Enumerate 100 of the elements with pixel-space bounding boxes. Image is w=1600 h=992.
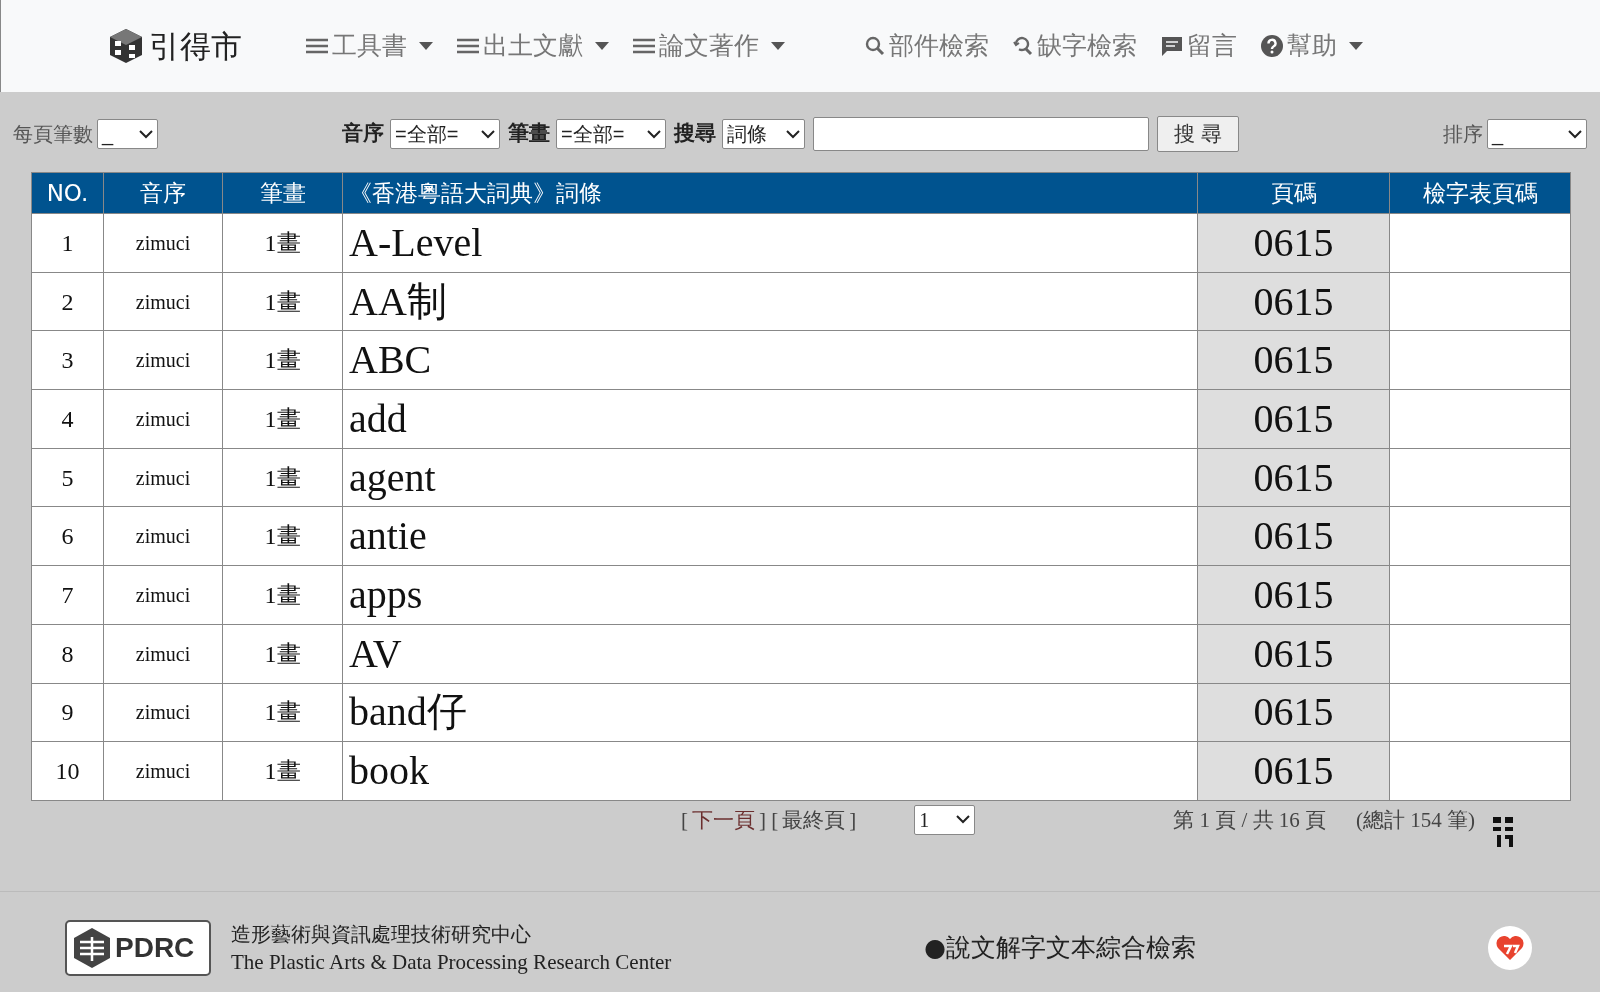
table-cell: 0615 [1197,330,1390,390]
last-page-link[interactable]: 最終頁 [782,804,846,837]
chevron-icon [481,129,495,139]
table-cell: zimuci [103,330,223,390]
magnifier-icon [1013,36,1033,56]
table-cell: 0615 [1197,272,1390,331]
next-page-link[interactable]: 下一頁 [692,804,755,837]
table-cell: add [342,389,1198,449]
caret-icon [595,42,609,50]
table-cell: antie [342,506,1198,566]
pdrc-logo: PDRC [65,919,211,976]
column-header: 筆畫 [222,172,343,214]
chat-icon [1161,35,1183,57]
bracket-text: ] [ [759,806,779,834]
nav-link[interactable]: 缺字檢索 [1013,27,1137,65]
table-cell: zimuci [103,448,223,507]
filter-select[interactable]: =全部= [390,119,500,149]
per-page-select[interactable]: _ [97,119,158,149]
table-cell: zimuci [103,624,223,683]
caret-icon [419,42,433,50]
filter-label: 音序 [342,120,384,148]
cube-logo-icon [107,27,145,65]
table-cell: 1畫 [222,506,343,566]
table-cell: A-Level [342,213,1198,273]
table-cell: 1畫 [222,741,343,801]
bracket-text: ] [849,806,857,834]
brand-title[interactable]: 引得市 [149,22,242,70]
heart-logo-icon [1488,925,1532,970]
filter-label: 筆畫 [508,120,550,148]
table-cell: 8 [31,624,104,683]
table-cell: 4 [31,389,104,449]
table-cell: zimuci [103,272,223,331]
search-field[interactable] [813,117,1149,151]
table-cell: 7 [31,565,104,625]
table-cell: 0615 [1197,213,1390,273]
table-cell: 0615 [1197,389,1390,449]
nav-link[interactable]: 幫助 [1261,27,1363,65]
qr-code-icon [1491,814,1516,849]
caret-icon [1349,42,1363,50]
table-cell: 1畫 [222,272,343,331]
search-button[interactable]: 搜 尋 [1157,116,1239,152]
table-cell: 0615 [1197,741,1390,801]
table-cell: 1畫 [222,624,343,683]
filter-label: 搜尋 [674,120,716,148]
column-header: 頁碼 [1197,172,1390,214]
table-cell: 2 [31,272,104,331]
table-cell: 6 [31,506,104,566]
table-cell: 0615 [1197,624,1390,683]
filter-select[interactable]: 詞條 [722,119,805,149]
center-name-english: The Plastic Arts & Data Processing Research Center [231,948,672,976]
chevron-icon [139,129,153,139]
table-cell: 1畫 [222,683,343,742]
table-cell: 1畫 [222,448,343,507]
menu-icon [633,38,655,54]
bracket-text: [ [681,806,688,834]
sort-label: 排序 [1443,122,1483,147]
nav-link[interactable]: 工具書 [306,27,433,65]
nav-link[interactable]: 留言 [1161,27,1237,65]
table-cell: zimuci [103,213,223,273]
filter-select[interactable]: =全部= [556,119,666,149]
nav-link[interactable]: 論文著作 [633,27,785,65]
table-cell: book [342,741,1198,801]
nav-link[interactable]: 出土文獻 [457,27,609,65]
page-select[interactable]: 1 [914,804,976,835]
table-cell: zimuci [103,389,223,449]
table-cell: AV [342,624,1198,683]
table-cell: 5 [31,448,104,507]
nav-link[interactable]: 部件檢索 [865,27,989,65]
table-cell: zimuci [103,506,223,566]
table-cell: 1 [31,213,104,273]
column-header: 音序 [103,172,223,214]
table-cell: 0615 [1197,683,1390,742]
sort-select[interactable]: _ [1487,119,1587,149]
table-cell: zimuci [103,683,223,742]
table-cell: 1畫 [222,389,343,449]
table-cell: apps [342,565,1198,625]
table-cell: zimuci [103,741,223,801]
center-name: 造形藝術與資訊處理技術研究中心 [231,920,532,948]
table-cell: 0615 [1197,448,1390,507]
table-cell: agent [342,448,1198,507]
table-cell: 1畫 [222,565,343,625]
chevron-icon [786,129,800,139]
caret-icon [771,42,785,50]
table-cell: 3 [31,330,104,390]
page-info: 第 1 頁 / 共 16 頁 [1173,806,1327,834]
table-cell: 1畫 [222,330,343,390]
table-cell: AA制 [342,272,1198,331]
table-cell: 9 [31,683,104,742]
table-cell: zimuci [103,565,223,625]
chevron-icon [647,129,661,139]
column-header: 《香港粵語大詞典》詞條 [342,172,1198,214]
table-cell: 1畫 [222,213,343,273]
chevron-icon [956,815,971,825]
chevron-icon [1568,129,1582,139]
table-cell: 10 [31,741,104,801]
help-icon [1261,35,1283,57]
menu-icon [457,38,479,54]
footer-link[interactable]: ●說文解字文本綜合檢索 [924,929,1197,967]
table-cell: 0615 [1197,506,1390,566]
total-count: (總計 154 筆) [1356,806,1476,834]
